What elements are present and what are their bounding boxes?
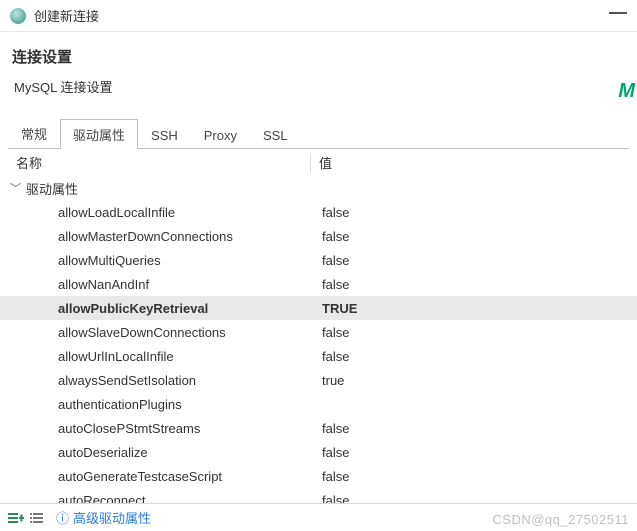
property-row[interactable]: allowNanAndInffalse [0, 272, 637, 296]
property-name: allowSlaveDownConnections [24, 325, 312, 340]
tab-ssh[interactable]: SSH [138, 122, 191, 148]
property-value[interactable]: false [312, 205, 627, 220]
tab-label: SSH [151, 128, 178, 143]
property-row[interactable]: allowMultiQueriesfalse [0, 248, 637, 272]
property-value[interactable]: false [312, 277, 627, 292]
column-header-value[interactable]: 值 [310, 153, 627, 172]
tab-label: 常规 [21, 127, 47, 142]
table-header: 名称 值 [0, 151, 637, 176]
list-icon[interactable] [30, 511, 46, 525]
property-row[interactable]: authenticationPlugins [0, 392, 637, 416]
mysql-logo: M [618, 80, 635, 103]
tree-group-driver-properties[interactable]: ﹀ 驱动属性 [0, 176, 637, 200]
property-name: autoClosePStmtStreams [24, 421, 312, 436]
property-row[interactable]: allowMasterDownConnectionsfalse [0, 224, 637, 248]
section-heading: 连接设置 [0, 32, 637, 73]
info-icon: ⓘ [56, 508, 69, 527]
tab-strip: 常规 驱动属性 SSH Proxy SSL [0, 118, 637, 148]
property-name: autoDeserialize [24, 445, 312, 460]
property-name: authenticationPlugins [24, 397, 312, 412]
tab-label: 驱动属性 [73, 128, 125, 143]
property-value[interactable]: false [312, 253, 627, 268]
window-title: 创建新连接 [34, 6, 99, 25]
property-value[interactable]: false [312, 229, 627, 244]
property-name: autoGenerateTestcaseScript [24, 469, 312, 484]
property-value[interactable]: false [312, 445, 627, 460]
chevron-down-icon: ﹀ [10, 180, 24, 196]
advanced-driver-properties-link[interactable]: 高级驱动属性 [73, 508, 151, 527]
property-row[interactable]: autoClosePStmtStreamsfalse [0, 416, 637, 440]
property-name: allowPublicKeyRetrieval [24, 301, 312, 316]
tab-label: Proxy [204, 128, 237, 143]
property-name: alwaysSendSetIsolation [24, 373, 312, 388]
add-row-icon[interactable] [8, 511, 24, 525]
property-row[interactable]: allowLoadLocalInfilefalse [0, 200, 637, 224]
property-value[interactable]: false [312, 469, 627, 484]
properties-tree: ﹀ 驱动属性 allowLoadLocalInfilefalseallowMas… [0, 176, 637, 512]
subtitle: MySQL 连接设置 [0, 73, 637, 108]
property-row[interactable]: autoGenerateTestcaseScriptfalse [0, 464, 637, 488]
property-value[interactable]: TRUE [312, 301, 627, 316]
property-row[interactable]: allowUrlInLocalInfilefalse [0, 344, 637, 368]
minimize-button[interactable] [609, 12, 627, 14]
property-value[interactable]: false [312, 349, 627, 364]
app-icon [10, 8, 26, 24]
property-name: allowLoadLocalInfile [24, 205, 312, 220]
property-name: allowMultiQueries [24, 253, 312, 268]
tab-ssl[interactable]: SSL [250, 122, 301, 148]
group-label: 驱动属性 [24, 179, 312, 198]
property-row[interactable]: alwaysSendSetIsolationtrue [0, 368, 637, 392]
tab-general[interactable]: 常规 [8, 118, 60, 148]
titlebar: 创建新连接 [0, 0, 637, 32]
property-value[interactable]: false [312, 325, 627, 340]
column-header-name[interactable]: 名称 [10, 153, 310, 172]
property-value[interactable]: true [312, 373, 627, 388]
footer-bar: ⓘ 高级驱动属性 [0, 503, 637, 531]
property-name: allowNanAndInf [24, 277, 312, 292]
property-value[interactable]: false [312, 421, 627, 436]
tab-proxy[interactable]: Proxy [191, 122, 250, 148]
tab-driver-properties[interactable]: 驱动属性 [60, 119, 138, 149]
property-name: allowUrlInLocalInfile [24, 349, 312, 364]
property-row[interactable]: autoDeserializefalse [0, 440, 637, 464]
property-row[interactable]: allowPublicKeyRetrievalTRUE [0, 296, 637, 320]
tab-label: SSL [263, 128, 288, 143]
property-name: allowMasterDownConnections [24, 229, 312, 244]
property-row[interactable]: allowSlaveDownConnectionsfalse [0, 320, 637, 344]
